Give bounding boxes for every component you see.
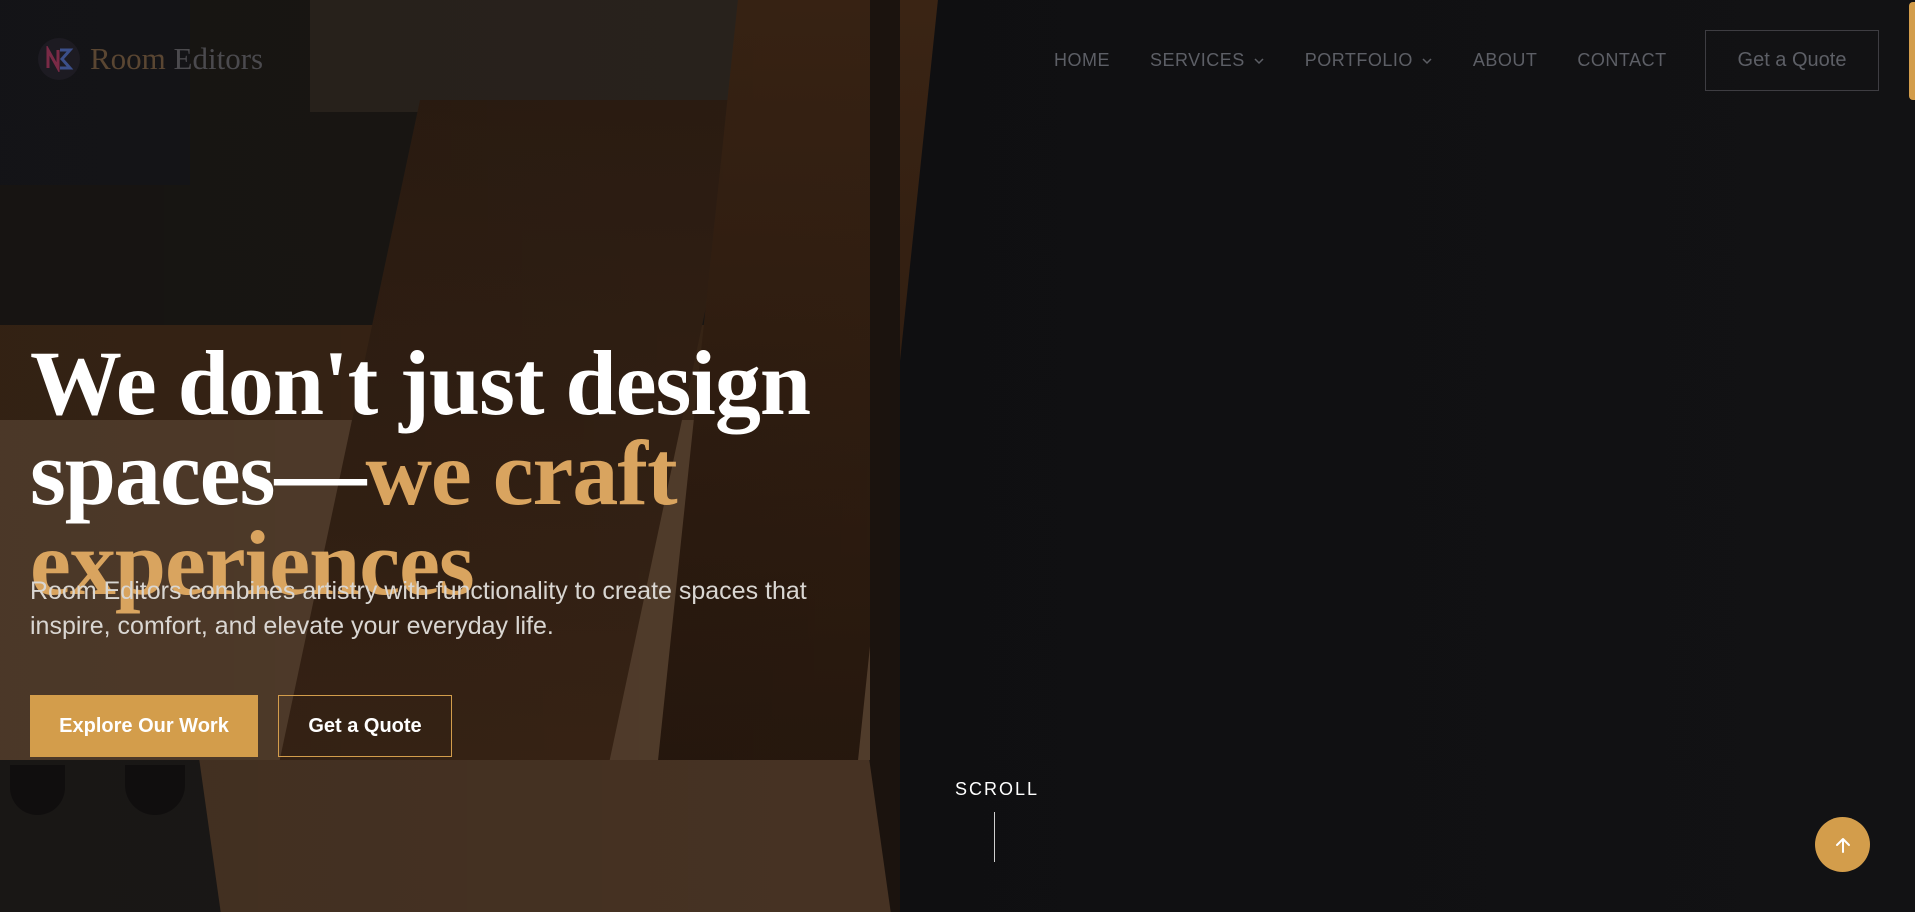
nav-item-services[interactable]: SERVICES xyxy=(1150,50,1265,71)
nav-item-home[interactable]: HOME xyxy=(1054,50,1110,71)
main-nav: HOME SERVICES PORTFOLIO ABOUT CONTACT xyxy=(1054,50,1707,71)
nav-item-contact[interactable]: CONTACT xyxy=(1577,50,1666,71)
brand-name: Room Editors xyxy=(90,41,264,76)
scroll-indicator-label: SCROLL xyxy=(955,779,1040,799)
edge-accent-bar xyxy=(1909,2,1915,100)
scroll-indicator-line xyxy=(994,812,995,862)
logo-icon xyxy=(38,38,80,80)
nav-item-about[interactable]: ABOUT xyxy=(1473,50,1538,71)
explore-our-work-button[interactable]: Explore Our Work xyxy=(30,695,258,757)
hero-title: We don't just design spaces—we craft exper… xyxy=(30,331,811,614)
back-to-top-button[interactable] xyxy=(1815,817,1870,872)
site-header: Room Editors HOME SERVICES PORTFOLIO ABO… xyxy=(0,0,1915,122)
nav-item-portfolio[interactable]: PORTFOLIO xyxy=(1305,50,1433,71)
arrow-up-icon xyxy=(1835,837,1850,853)
chevron-down-icon xyxy=(1422,57,1432,64)
hero-subtitle: Room Editors combines artistry with func… xyxy=(30,577,807,640)
header-get-quote-button[interactable]: Get a Quote xyxy=(1705,30,1879,91)
chevron-down-icon xyxy=(1254,57,1264,64)
hero-get-quote-button[interactable]: Get a Quote xyxy=(278,695,452,757)
brand-logo[interactable]: Room Editors xyxy=(38,38,263,80)
